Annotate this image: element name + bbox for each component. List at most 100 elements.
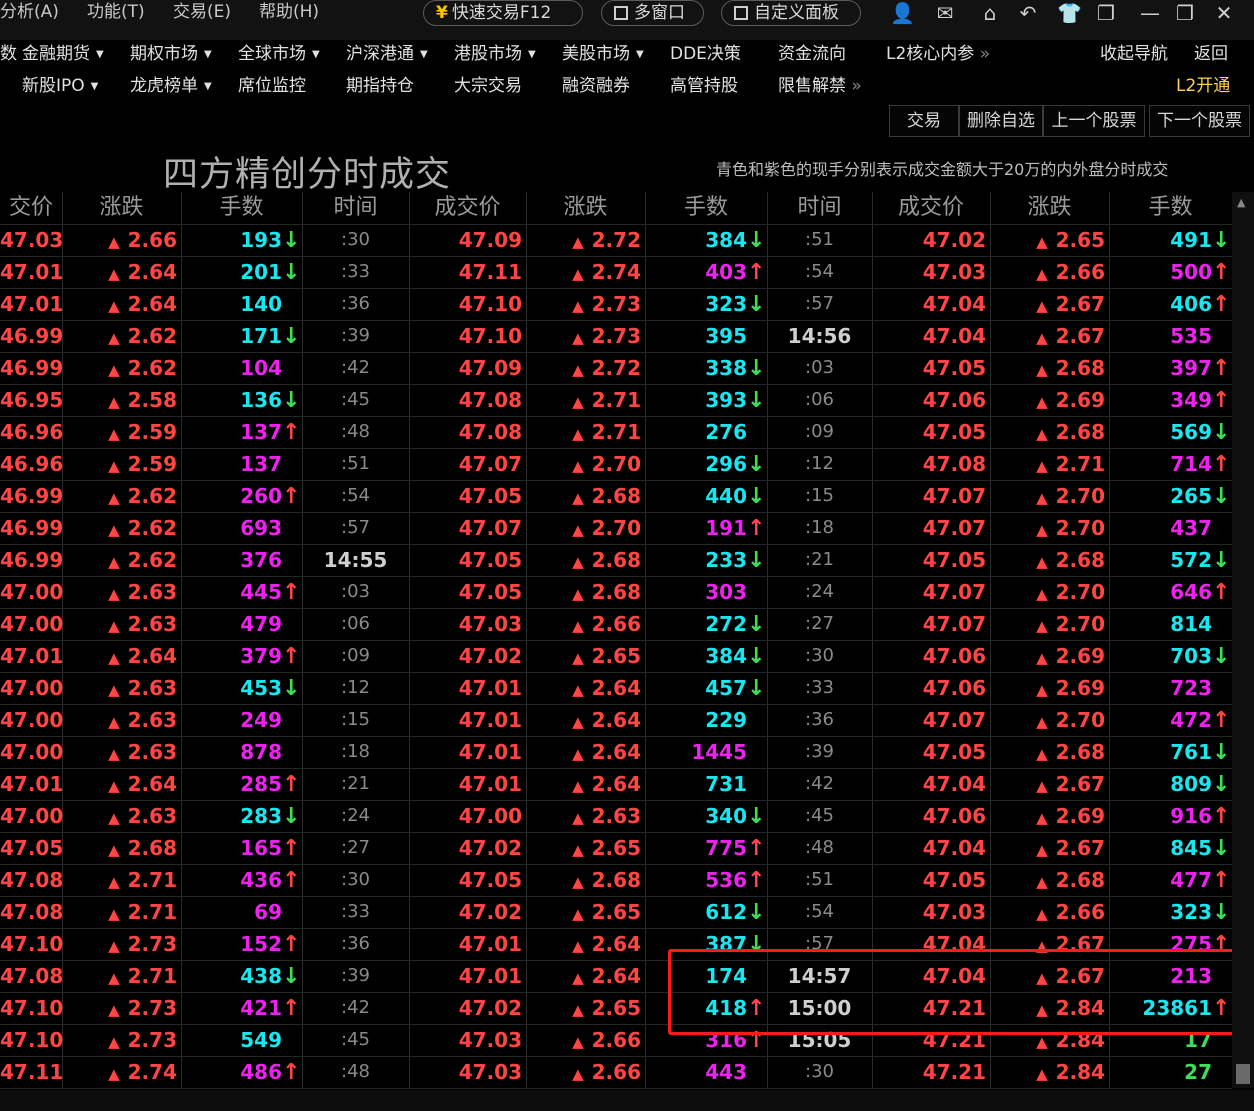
change-value: 2.65	[591, 996, 641, 1020]
toolbar-button[interactable]: 删除自选	[959, 105, 1043, 137]
l2-open-link[interactable]: L2开通	[1176, 75, 1230, 97]
up-triangle-icon: ▲	[1036, 233, 1048, 251]
nav-label: 期权市场	[130, 44, 198, 64]
scroll-thumb[interactable]	[1236, 1064, 1250, 1084]
price-change: ▲ 2.64	[62, 288, 177, 320]
down-arrow-icon: ↓	[282, 804, 301, 829]
nav-item[interactable]: 大宗交易	[454, 75, 522, 97]
close-icon[interactable]: ✕	[1212, 2, 1236, 26]
more-icon[interactable]: »	[974, 44, 990, 64]
nav-item[interactable]: 资金流向	[778, 43, 846, 65]
menu-item[interactable]: 功能(T)	[87, 0, 145, 24]
collapse-nav-link[interactable]: 收起导航	[1100, 43, 1168, 65]
up-triangle-icon: ▲	[1036, 265, 1048, 283]
up-triangle-icon: ▲	[108, 905, 120, 923]
toolbar-button[interactable]: 上一个股票	[1043, 105, 1145, 137]
home-icon[interactable]: ⌂	[978, 2, 1002, 26]
trade-volume: 693	[181, 512, 298, 544]
trade-price: 47.10	[458, 292, 522, 316]
trade-price: 47.00	[0, 612, 64, 636]
price-change: ▲ 2.72	[526, 352, 641, 384]
scrollbar[interactable]	[1232, 192, 1254, 1088]
mail-icon[interactable]: ✉	[933, 2, 957, 26]
up-arrow-icon: ↑	[747, 260, 766, 285]
volume-value: 809	[1170, 772, 1212, 796]
up-triangle-icon: ▲	[572, 553, 584, 571]
maximize-icon[interactable]: ❐	[1173, 2, 1197, 26]
down-arrow-icon: ↓	[1212, 772, 1231, 797]
up-arrow-icon: ↑	[282, 836, 301, 861]
trade-time: :24	[341, 805, 370, 826]
minimize-icon[interactable]: —	[1138, 2, 1162, 26]
scroll-up-icon[interactable]: ▲	[1237, 196, 1245, 209]
price-change: ▲ 2.70	[526, 448, 641, 480]
trade-volume: 814	[1109, 608, 1228, 640]
nav-item[interactable]: L2核心内参 »	[886, 43, 990, 65]
trade-price: 47.10	[458, 324, 522, 348]
trade-time: :57	[805, 293, 834, 314]
nav-item[interactable]: 席位监控	[238, 75, 306, 97]
nav-item[interactable]: 期指持仓	[346, 75, 414, 97]
price-change: ▲ 2.70	[990, 576, 1105, 608]
nav-row1-prefix[interactable]: 数	[0, 43, 17, 65]
change-value: 2.74	[127, 1060, 177, 1084]
multi-window-button[interactable]: 多窗口	[601, 0, 704, 26]
nav-item[interactable]: 新股IPO ▼	[22, 75, 98, 98]
up-triangle-icon: ▲	[108, 969, 120, 987]
nav-item[interactable]: 龙虎榜单 ▼	[130, 75, 212, 98]
volume-value: 421	[240, 996, 282, 1020]
nav-item[interactable]: 港股市场 ▼	[454, 43, 536, 66]
undo-icon[interactable]: ↶	[1016, 2, 1040, 26]
caret-down-icon: ▼	[204, 81, 212, 92]
nav-label: 高管持股	[670, 76, 738, 96]
trade-volume: 809↓	[1109, 768, 1231, 800]
change-value: 2.84	[1055, 1060, 1105, 1084]
up-triangle-icon: ▲	[1036, 713, 1048, 731]
toolbar-button[interactable]: 交易	[889, 105, 959, 137]
trade-price: 47.08	[0, 900, 64, 924]
nav-label: 新股IPO	[22, 76, 85, 96]
up-triangle-icon: ▲	[108, 777, 120, 795]
price-change: ▲ 2.74	[62, 1056, 177, 1088]
price-change: ▲ 2.62	[62, 480, 177, 512]
nav-item[interactable]: DDE决策	[670, 43, 741, 65]
trade-price: 47.04	[922, 324, 986, 348]
trade-price: 47.06	[922, 804, 986, 828]
volume-value: 285	[240, 772, 282, 796]
nav-item[interactable]: 限售解禁 »	[778, 75, 862, 97]
restore-icon[interactable]: ❐	[1094, 2, 1118, 26]
nav-item[interactable]: 融资融券	[562, 75, 630, 97]
shirt-icon[interactable]: 👕	[1057, 2, 1082, 26]
trade-price: 47.01	[458, 708, 522, 732]
nav-item[interactable]: 期权市场 ▼	[130, 43, 212, 66]
price-change: ▲ 2.71	[62, 896, 177, 928]
trade-price: 47.01	[458, 964, 522, 988]
nav-item[interactable]: 沪深港通 ▼	[346, 43, 428, 66]
user-icon[interactable]: 👤	[890, 2, 915, 26]
up-triangle-icon: ▲	[108, 585, 120, 603]
nav-item[interactable]: 全球市场 ▼	[238, 43, 320, 66]
custom-panel-button[interactable]: 自定义面板	[721, 0, 861, 26]
nav-item[interactable]: 美股市场 ▼	[562, 43, 644, 66]
up-arrow-icon: ↑	[1212, 580, 1231, 605]
column-header: 时间	[797, 195, 842, 220]
toolbar-button[interactable]: 下一个股票	[1149, 105, 1250, 137]
nav-item[interactable]: 金融期货 ▼	[22, 43, 104, 66]
trade-time: :51	[805, 869, 834, 890]
up-triangle-icon: ▲	[572, 617, 584, 635]
menu-item[interactable]: 分析(A)	[0, 0, 59, 24]
trade-volume: 384↓	[645, 640, 765, 672]
menu-item[interactable]: 帮助(H)	[259, 0, 319, 24]
more-icon[interactable]: »	[846, 76, 861, 96]
quick-trade-button[interactable]: ¥ 快速交易F12	[423, 0, 583, 26]
back-link[interactable]: 返回	[1194, 43, 1228, 65]
trade-price: 47.08	[0, 964, 64, 988]
change-value: 2.59	[127, 420, 177, 444]
nav-item[interactable]: 高管持股	[670, 75, 738, 97]
trade-volume: 569↓	[1109, 416, 1230, 448]
volume-value: 191	[705, 516, 747, 540]
trade-volume: 436↑	[181, 864, 300, 896]
menu-item[interactable]: 交易(E)	[173, 0, 231, 24]
price-change: ▲ 2.66	[526, 1024, 641, 1056]
trade-time: :09	[805, 421, 834, 442]
